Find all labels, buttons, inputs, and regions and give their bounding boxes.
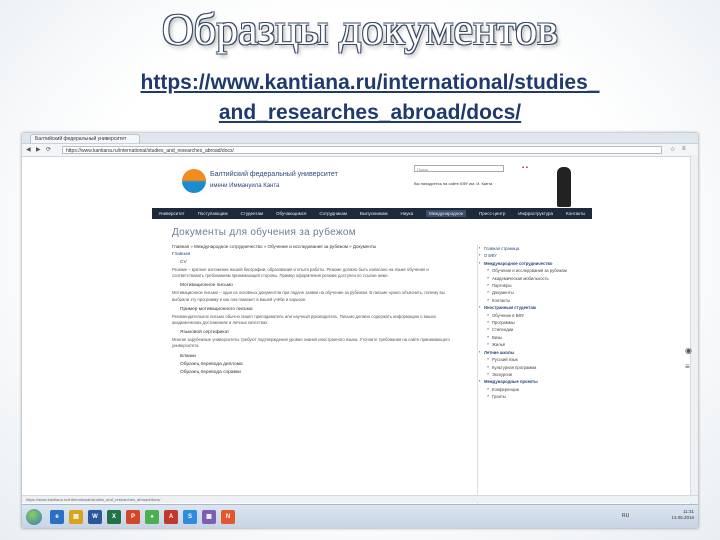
taskbar-app-icon[interactable]: S	[183, 510, 197, 524]
taskbar-app-icon[interactable]: W	[88, 510, 102, 524]
para-language: Многие зарубежные университеты требуют п…	[172, 337, 450, 349]
sidebar-item[interactable]: О БФУ	[478, 252, 573, 259]
section-cv[interactable]: CV	[172, 260, 457, 265]
url-input[interactable]: https://www.kantiana.ru/international/st…	[62, 146, 662, 154]
menu-item[interactable]: Инфраструктура	[518, 211, 553, 216]
menu-item[interactable]: Наука	[401, 211, 414, 216]
slide-title: Образцы документов	[161, 5, 559, 54]
sidebar-item[interactable]: Партнёры	[478, 282, 573, 289]
forward-icon[interactable]: ▶	[36, 146, 41, 153]
university-subtitle: имени Иммануила Канта	[210, 183, 280, 189]
menu-item[interactable]: Поступающим	[198, 211, 228, 216]
section-letter[interactable]: Мотивационное письмо	[172, 283, 457, 288]
sidebar-item[interactable]: Контакты	[478, 297, 573, 304]
start-button[interactable]	[26, 509, 42, 525]
sidebar-item[interactable]: Русский язык	[478, 356, 573, 363]
language-flags-icon[interactable]: ▪ ▪	[522, 165, 528, 171]
university-name[interactable]: Балтийский федеральный университет	[210, 171, 338, 178]
sidebar-item[interactable]: Культурная программа	[478, 364, 573, 371]
sidebar-item[interactable]: Экскурсии	[478, 371, 573, 378]
breadcrumb[interactable]: Главная » Международное сотрудничество »…	[172, 244, 457, 249]
header-note: Вы находитесь на сайте БФУ им. И. Канта	[414, 181, 493, 186]
slide-url[interactable]: https://www.kantiana.ru/international/st…	[40, 68, 700, 128]
para-letter: Мотивационное письмо – один из основных …	[172, 290, 445, 302]
eye-icon[interactable]: ◉	[685, 346, 692, 355]
sidebar-item[interactable]: Документы	[478, 289, 573, 296]
browser-screenshot: Балтийский федеральный университет ◀ ▶ ⟳…	[22, 133, 698, 528]
status-bar: https://www.kantiana.ru/international/st…	[22, 495, 698, 503]
menu-item[interactable]: Международное	[425, 210, 467, 217]
clock-date: 13.05.2016	[671, 515, 694, 520]
sidebar-item[interactable]: Программы	[478, 319, 573, 326]
slide-url-line2[interactable]: and_researches_abroad/docs/	[40, 98, 700, 128]
sidebar-item[interactable]: Иностранным студентам	[478, 304, 573, 311]
slide-url-line1[interactable]: https://www.kantiana.ru/international/st…	[40, 68, 700, 98]
taskbar-app-icon[interactable]: N	[221, 510, 235, 524]
taskbar-app-icon[interactable]: P	[126, 510, 140, 524]
main-content: Документы для обучения за рубежом Главна…	[172, 225, 457, 515]
site-search-input[interactable]: Поиск	[414, 165, 504, 172]
sidebar-item[interactable]: Стипендии	[478, 326, 573, 333]
taskbar: RU 11:31 13.05.2016 e ▤ W X P ● A S ▦ N	[22, 504, 698, 528]
menu-icon[interactable]: ≡	[682, 146, 686, 152]
address-bar: ◀ ▶ ⟳ https://www.kantiana.ru/internatio…	[22, 144, 698, 157]
sidebar-item[interactable]: Главная страница	[478, 245, 573, 252]
link-certificate[interactable]: Образец перевода справки	[172, 370, 457, 375]
section-language[interactable]: Языковой сертификат	[172, 330, 457, 335]
taskbar-app-icon[interactable]: ▦	[202, 510, 216, 524]
section-forms[interactable]: Бланки	[172, 354, 457, 359]
sidebar-item[interactable]: Визы	[478, 334, 573, 341]
para-recommendation: Рекомендательное письмо обычно пишет пре…	[172, 313, 436, 326]
menu-item[interactable]: Обучающимся	[276, 211, 306, 216]
taskbar-app-icon[interactable]: e	[50, 510, 64, 524]
browser-tab[interactable]: Балтийский федеральный университет	[30, 134, 140, 143]
taskbar-app-icon[interactable]: X	[107, 510, 121, 524]
tab-bar: Балтийский федеральный университет	[22, 133, 698, 144]
site-menu: Университет Поступающим Студентам Обучающим…	[152, 208, 592, 219]
para-cv: Резюме – краткое изложение вашей биограф…	[172, 267, 429, 279]
reload-icon[interactable]: ⟳	[46, 146, 51, 153]
sidebar-item[interactable]: Обучение в БФУ	[478, 312, 573, 319]
taskbar-app-icon[interactable]: ●	[145, 510, 159, 524]
page-title: Документы для обучения за рубежом	[172, 227, 356, 238]
settings-icon[interactable]: ≡	[685, 362, 690, 371]
clock[interactable]: 11:31 13.05.2016	[642, 509, 694, 521]
sidebar-item[interactable]: Летние школы	[478, 349, 573, 356]
sidebar-item[interactable]: Жильё	[478, 341, 573, 348]
sidebar-nav: Главная страницаО БФУМеждународное сотру…	[477, 245, 573, 520]
sidebar-item[interactable]: Гранты	[478, 393, 573, 400]
back-icon[interactable]: ◀	[26, 146, 31, 153]
scrollbar[interactable]	[690, 155, 698, 515]
taskbar-app-icon[interactable]: A	[164, 510, 178, 524]
sidebar-item[interactable]: Обучение и исследования за рубежом	[478, 267, 573, 274]
university-logo-icon[interactable]	[182, 169, 206, 193]
menu-item[interactable]: Выпускникам	[360, 211, 388, 216]
sidebar-item[interactable]: Конференции	[478, 386, 573, 393]
language-indicator[interactable]: RU	[622, 513, 629, 519]
sidebar-item[interactable]: Международные проекты	[478, 378, 573, 385]
intro-label[interactable]: Главная	[172, 252, 457, 257]
menu-item[interactable]: Контакты	[566, 211, 585, 216]
menu-item[interactable]: Университет	[158, 211, 184, 216]
sidebar-item[interactable]: Академическая мобильность	[478, 275, 573, 282]
menu-item[interactable]: Студентам	[240, 211, 263, 216]
taskbar-app-icon[interactable]: ▤	[69, 510, 83, 524]
sidebar-item[interactable]: Международное сотрудничество	[478, 260, 573, 267]
star-icon[interactable]: ☆	[670, 146, 675, 153]
menu-item[interactable]: Пресс-центр	[479, 211, 505, 216]
person-silhouette-icon	[557, 167, 571, 207]
link-diploma[interactable]: Образец перевода диплома	[172, 362, 457, 367]
site-header: Балтийский федеральный университет имени…	[152, 161, 592, 209]
menu-item[interactable]: Сотрудникам	[319, 211, 347, 216]
link-letter-sample[interactable]: Пример мотивационного письма	[172, 307, 457, 312]
